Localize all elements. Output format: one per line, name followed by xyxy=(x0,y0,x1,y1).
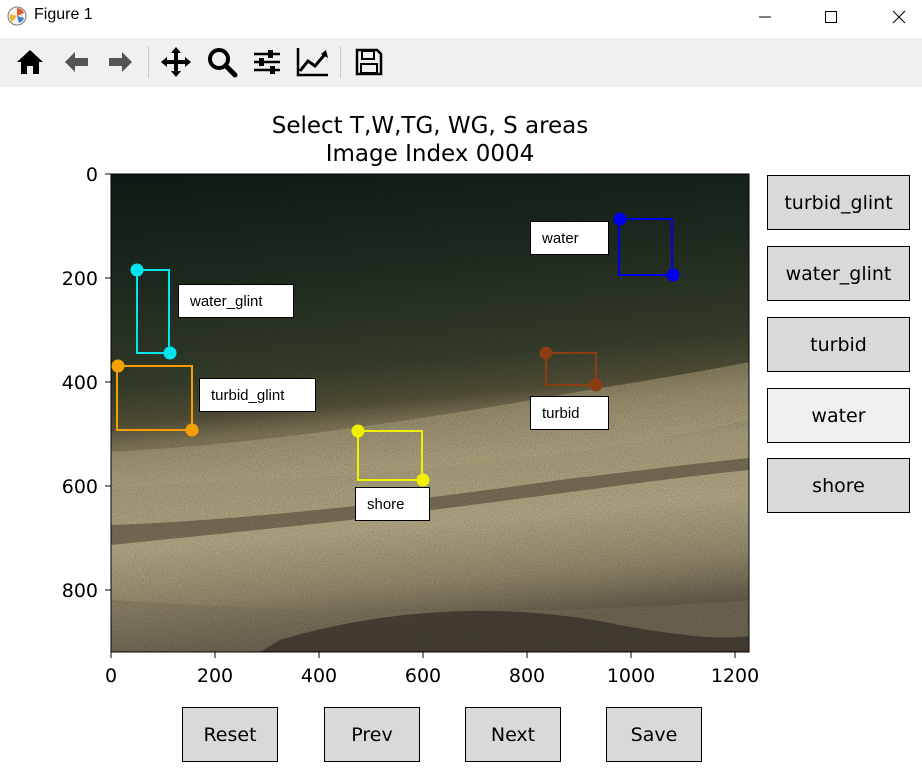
save-button[interactable]: Save xyxy=(606,707,702,762)
label-water: water xyxy=(530,221,609,255)
pan-button[interactable] xyxy=(158,44,194,80)
corner-handle[interactable] xyxy=(416,473,430,487)
corner-handle[interactable] xyxy=(111,359,125,373)
x-axis: 0 200 400 600 800 1000 1200 xyxy=(105,652,759,687)
corner-handle[interactable] xyxy=(351,424,365,438)
y-tick-label: 800 xyxy=(62,580,98,602)
x-tick-label: 200 xyxy=(197,665,233,687)
save-figure-button[interactable] xyxy=(351,44,387,80)
label-turbid-glint: turbid_glint xyxy=(199,378,316,412)
window-title: Figure 1 xyxy=(34,6,93,23)
zoom-magnifier-icon xyxy=(208,48,238,78)
plot-title: Select T,W,TG, WG, S areas xyxy=(271,113,589,139)
selection-turbid[interactable] xyxy=(539,346,603,392)
corner-handle[interactable] xyxy=(130,263,144,277)
zoom-button[interactable] xyxy=(204,44,240,80)
selection-rect xyxy=(545,352,597,386)
corner-handle[interactable] xyxy=(539,346,553,360)
save-floppy-icon xyxy=(355,48,383,76)
close-button[interactable] xyxy=(876,0,922,33)
corner-handle[interactable] xyxy=(613,212,627,226)
selection-water-glint[interactable] xyxy=(130,263,177,360)
y-axis: 0 200 400 600 800 xyxy=(62,164,111,602)
subplots-button[interactable] xyxy=(249,44,285,80)
minimize-button[interactable] xyxy=(742,0,788,33)
reset-button[interactable]: Reset xyxy=(182,707,278,762)
toolbar-separator xyxy=(148,46,149,78)
y-tick-label: 600 xyxy=(62,476,98,498)
forward-arrow-icon xyxy=(109,52,132,72)
axes-frame xyxy=(110,173,750,653)
turbid-glint-button[interactable]: turbid_glint xyxy=(767,175,910,230)
window-titlebar: Figure 1 xyxy=(0,0,922,33)
selection-rect xyxy=(136,269,170,354)
label-water-glint: water_glint xyxy=(178,284,294,318)
corner-handle[interactable] xyxy=(666,268,680,282)
selection-rect xyxy=(618,218,673,276)
matplotlib-app-icon xyxy=(7,6,27,26)
turbid-button[interactable]: turbid xyxy=(767,317,910,372)
x-tick-label: 1200 xyxy=(711,665,759,687)
label-turbid: turbid xyxy=(530,396,609,430)
prev-button[interactable]: Prev xyxy=(324,707,420,762)
x-tick-label: 600 xyxy=(405,665,441,687)
back-button[interactable] xyxy=(58,44,94,80)
selection-turbid-glint[interactable] xyxy=(111,359,199,437)
home-icon xyxy=(17,50,43,74)
x-tick-label: 800 xyxy=(509,665,545,687)
close-icon xyxy=(892,10,906,23)
maximize-icon xyxy=(825,10,837,23)
selection-rect xyxy=(357,430,423,481)
label-shore: shore xyxy=(355,487,430,521)
corner-handle[interactable] xyxy=(589,378,603,392)
shore-button[interactable]: shore xyxy=(767,458,910,513)
y-tick-label: 0 xyxy=(86,164,98,186)
water-glint-button[interactable]: water_glint xyxy=(767,246,910,301)
pan-move-icon xyxy=(161,47,191,77)
edit-axes-chart-icon xyxy=(296,48,328,77)
water-button[interactable]: water xyxy=(767,388,910,443)
forward-button[interactable] xyxy=(103,44,139,80)
minimize-icon xyxy=(759,16,771,17)
corner-handle[interactable] xyxy=(185,423,199,437)
plot-subtitle: Image Index 0004 xyxy=(325,141,535,167)
toolbar-separator xyxy=(340,46,341,78)
x-tick-label: 1000 xyxy=(607,665,655,687)
back-arrow-icon xyxy=(65,52,88,72)
x-tick-label: 400 xyxy=(301,665,337,687)
y-tick-label: 400 xyxy=(62,372,98,394)
next-button[interactable]: Next xyxy=(465,707,561,762)
subplots-sliders-icon xyxy=(254,50,280,74)
y-tick-label: 200 xyxy=(62,268,98,290)
selection-water[interactable] xyxy=(613,212,680,282)
home-button[interactable] xyxy=(12,44,48,80)
x-tick-label: 0 xyxy=(105,665,117,687)
edit-axes-button[interactable] xyxy=(295,44,331,80)
beach-photo xyxy=(111,174,749,652)
selection-rect xyxy=(116,365,193,431)
maximize-button[interactable] xyxy=(808,0,854,33)
corner-handle[interactable] xyxy=(163,346,177,360)
navigation-toolbar xyxy=(0,38,922,87)
selection-shore[interactable] xyxy=(351,424,430,487)
